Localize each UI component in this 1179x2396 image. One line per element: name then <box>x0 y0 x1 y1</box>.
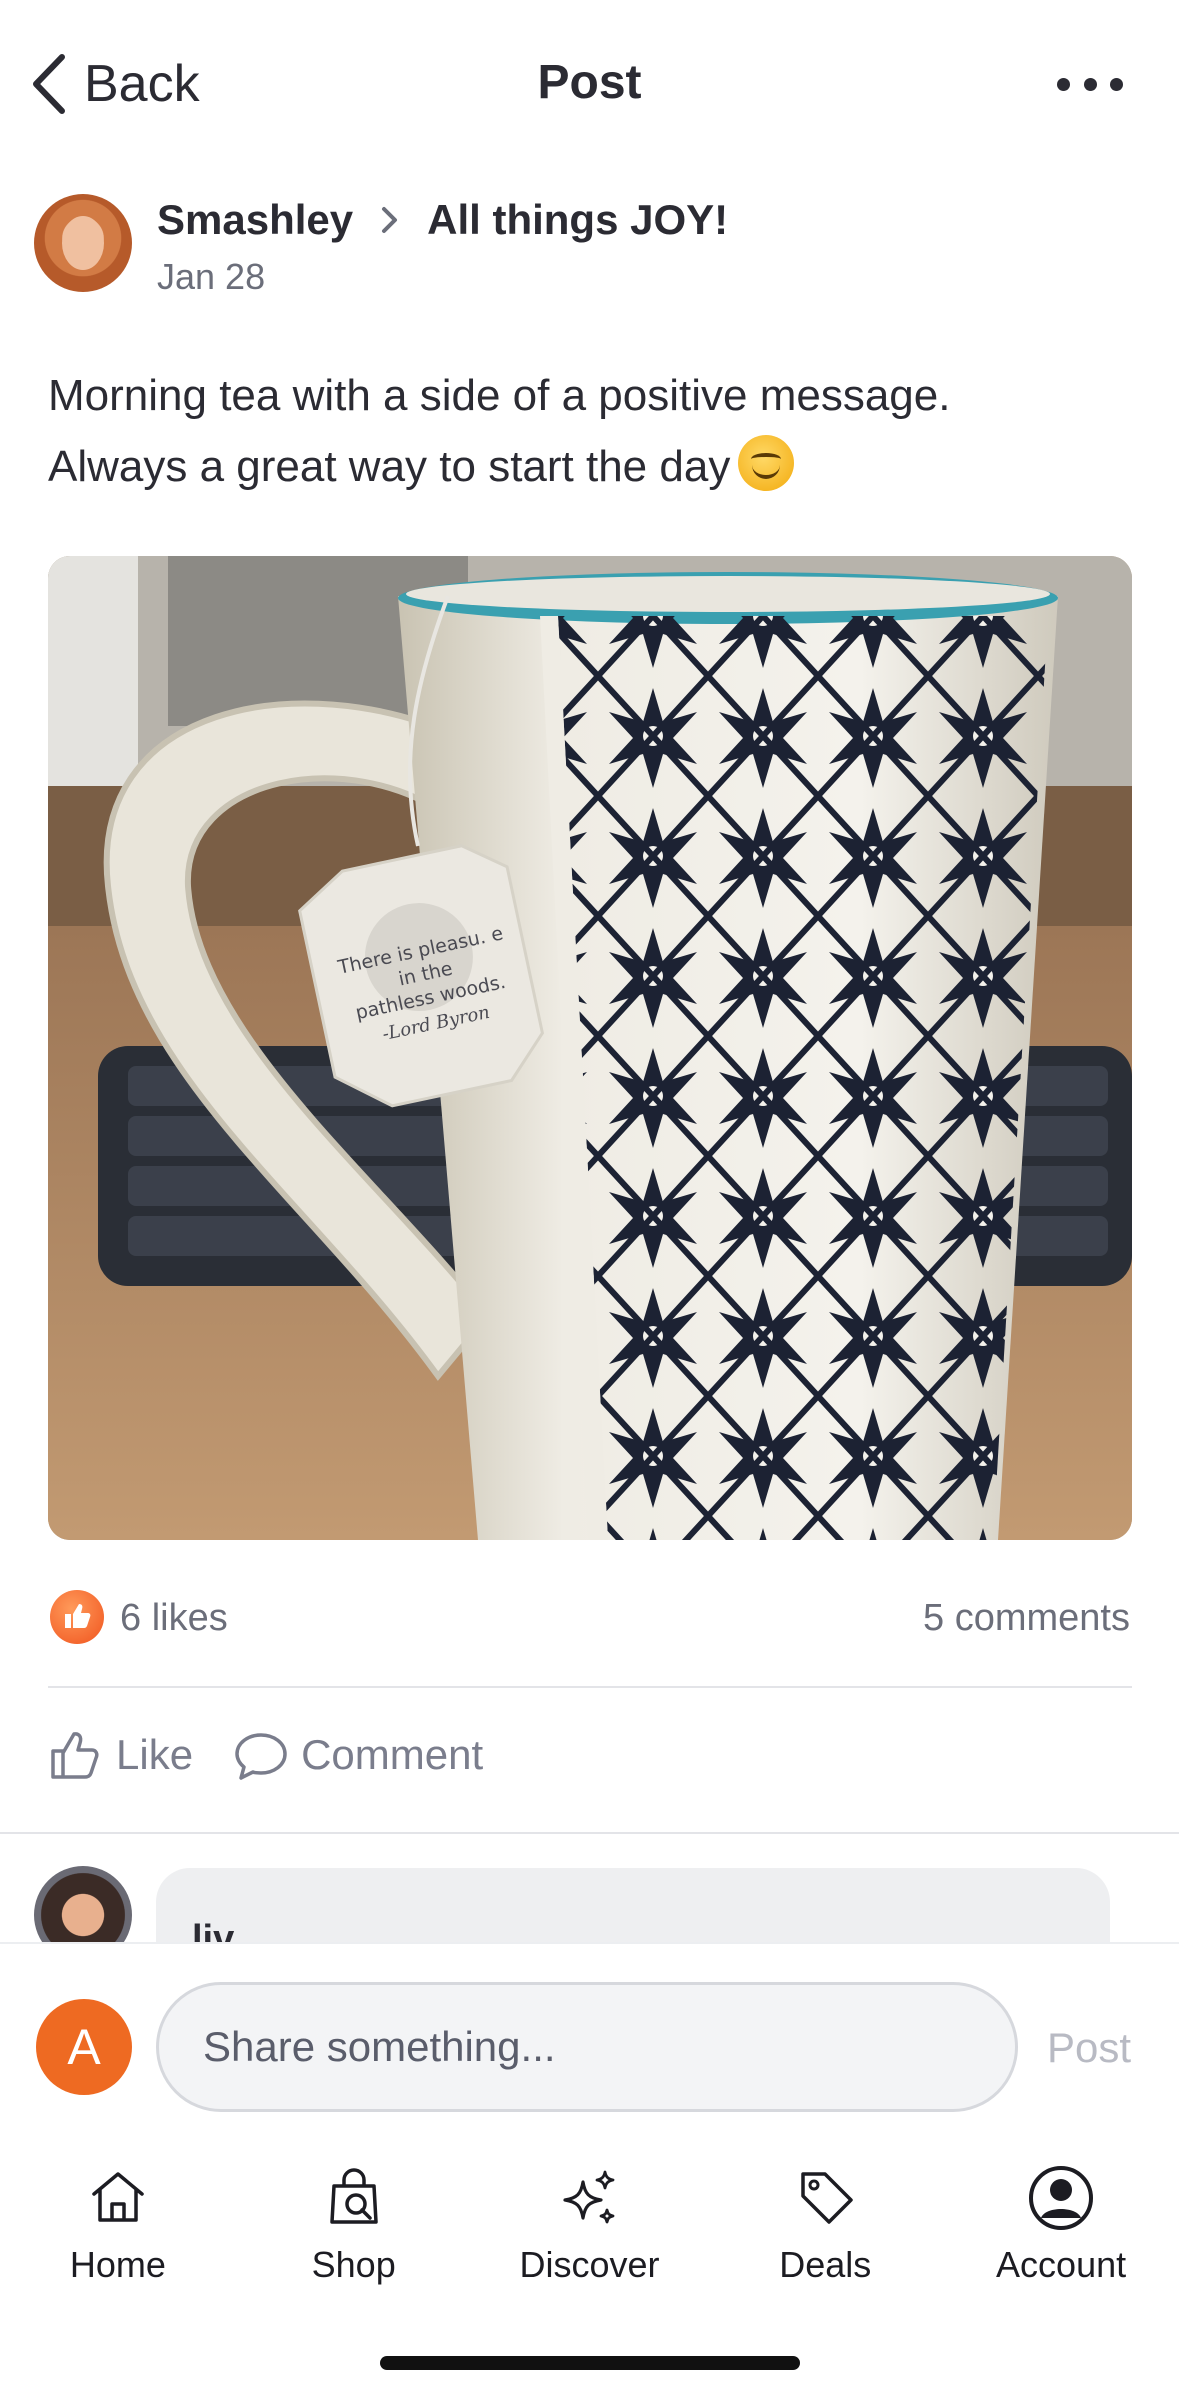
like-button[interactable]: Like <box>48 1727 193 1783</box>
chevron-right-icon <box>382 207 398 233</box>
comment-bubble[interactable]: liv <box>156 1868 1110 1942</box>
author-name[interactable]: Smashley <box>157 196 353 244</box>
post-text-line-1: Morning tea with a side of a positive me… <box>48 371 951 420</box>
comment-label: Comment <box>301 1731 484 1778</box>
post-author: Smashley All things JOY! Jan 28 <box>34 190 1144 310</box>
author-avatar[interactable] <box>34 194 132 292</box>
likes-count[interactable]: 6 likes <box>120 1597 228 1640</box>
tag-icon <box>801 2172 854 2224</box>
smiling-face-emoji-icon <box>738 435 795 491</box>
like-label: Like <box>116 1731 194 1778</box>
post-date: Jan 28 <box>157 256 266 297</box>
commenter-name: liv <box>192 1918 235 1942</box>
user-avatar: A <box>36 1999 132 2095</box>
post-stats: 6 likes 5 comments <box>48 1585 1132 1651</box>
tab-account[interactable]: Account <box>961 2140 1161 2300</box>
commenter-avatar[interactable] <box>34 1866 132 1942</box>
tab-discover-label: Discover <box>519 2244 660 2285</box>
share-input[interactable] <box>156 1982 1018 2112</box>
comments-count[interactable]: 5 comments <box>923 1597 1130 1640</box>
divider <box>48 1686 1132 1688</box>
group-name[interactable]: All things JOY! <box>427 196 728 244</box>
tab-account-label: Account <box>996 2244 1127 2285</box>
sparkles-icon <box>563 2170 615 2224</box>
thumbs-up-icon <box>51 1732 99 1779</box>
post-text-line-2: Always a great way to start the day <box>48 431 1128 502</box>
account-icon <box>1029 2166 1094 2230</box>
post-actions: Like Comment <box>48 1720 483 1790</box>
post-text-line-2-content: Always a great way to start the day <box>48 442 731 491</box>
tab-discover[interactable]: Discover <box>489 2140 689 2300</box>
top-bar: Back Post <box>0 0 1179 170</box>
thumbs-up-badge-icon <box>50 1590 104 1644</box>
tab-deals[interactable]: Deals <box>725 2140 925 2300</box>
tab-home[interactable]: Home <box>18 2140 218 2300</box>
comment-button[interactable]: Comment <box>233 1727 483 1783</box>
comment-list: liv <box>0 1834 1179 1942</box>
post-image[interactable]: There is pleasu. e in the pathless woods… <box>48 556 1132 1540</box>
post-text: Morning tea with a side of a positive me… <box>48 360 1128 502</box>
tea-mug-photo: There is pleasu. e in the pathless woods… <box>48 556 1132 1540</box>
home-icon <box>92 2172 144 2222</box>
tab-shop[interactable]: Shop <box>254 2140 454 2300</box>
tab-deals-label: Deals <box>779 2244 872 2285</box>
tab-home-label: Home <box>69 2244 166 2285</box>
page-title: Post <box>537 56 642 109</box>
post-button[interactable]: Post <box>1047 2024 1131 2072</box>
home-indicator <box>380 2356 800 2370</box>
comment-bubble-icon <box>235 1733 287 1780</box>
more-options-icon[interactable] <box>1057 66 1123 102</box>
comment-composer: A Post <box>0 1942 1179 2112</box>
tab-shop-label: Shop <box>311 2244 396 2285</box>
bottom-tab-bar: Home Shop Discover Deals Account <box>0 2140 1179 2300</box>
shop-icon <box>329 2168 378 2224</box>
